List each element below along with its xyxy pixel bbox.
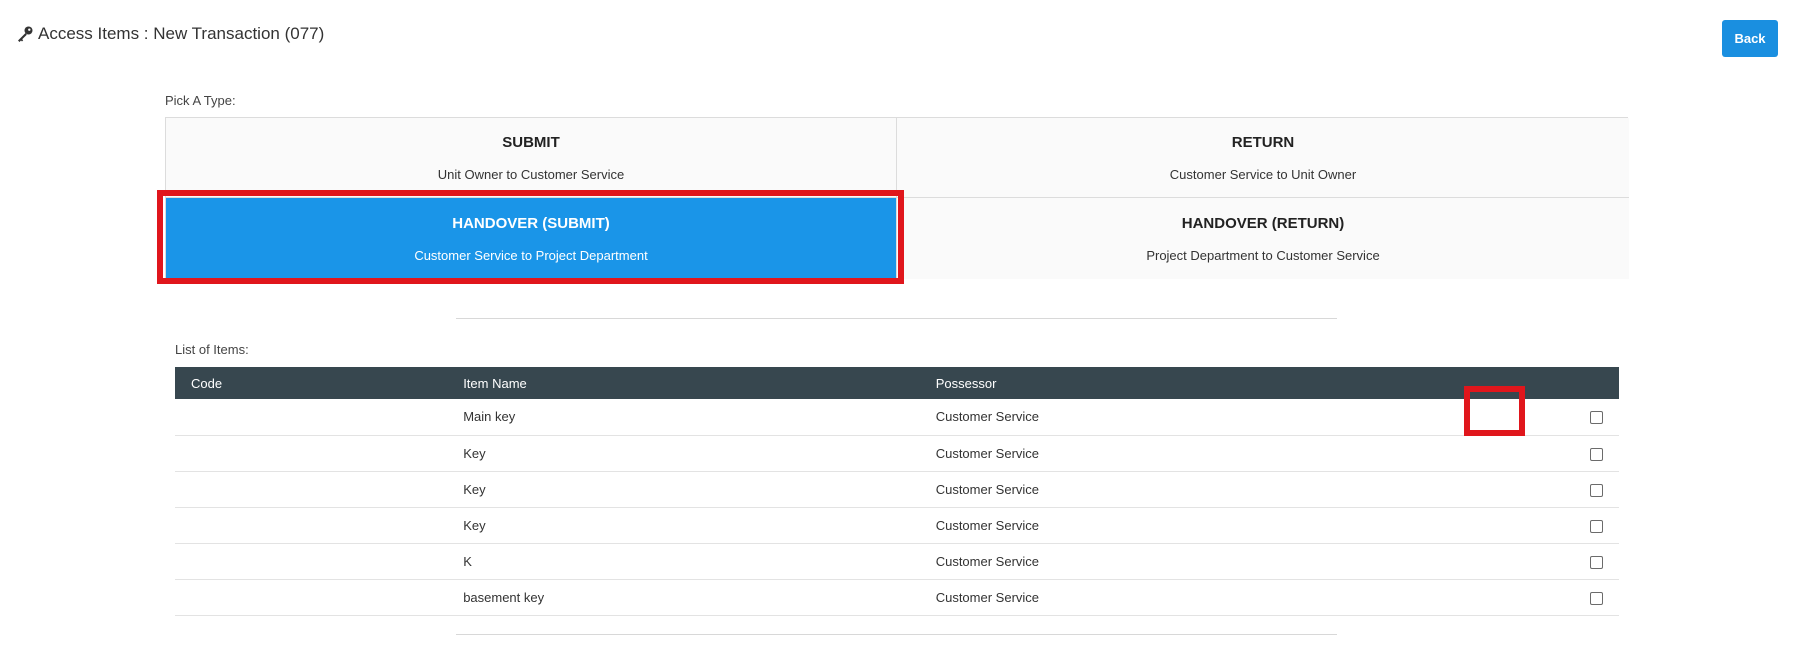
- cell-select: [1454, 579, 1619, 616]
- row-checkbox[interactable]: [1589, 483, 1603, 497]
- cell-item-name: Key: [447, 435, 920, 472]
- type-option-title: SUBMIT: [502, 133, 560, 151]
- column-header-item-name: Item Name: [447, 367, 920, 399]
- type-option-title: RETURN: [1231, 133, 1295, 151]
- type-option-submit[interactable]: SUBMIT Unit Owner to Customer Service: [166, 118, 897, 198]
- type-option-title: HANDOVER (RETURN): [1181, 214, 1345, 232]
- type-option-subtitle: Project Department to Customer Service: [1146, 247, 1380, 263]
- items-list-label: List of Items:: [175, 342, 249, 357]
- type-option-subtitle: Customer Service to Project Department: [414, 247, 648, 263]
- type-picker: SUBMIT Unit Owner to Customer Service RE…: [165, 117, 1629, 279]
- row-checkbox[interactable]: [1589, 411, 1603, 425]
- cell-item-name: Key: [447, 471, 920, 508]
- row-checkbox[interactable]: [1589, 447, 1603, 461]
- cell-possessor: Customer Service: [919, 435, 1455, 472]
- cell-possessor: Customer Service: [919, 579, 1455, 616]
- divider: [456, 318, 1337, 319]
- cell-possessor: Customer Service: [919, 507, 1455, 544]
- table-row: Key Customer Service: [175, 507, 1619, 544]
- cell-possessor: Customer Service: [919, 471, 1455, 508]
- cell-item-name: Main key: [447, 399, 920, 436]
- type-option-title: HANDOVER (SUBMIT): [452, 214, 610, 232]
- cell-select: [1454, 399, 1619, 436]
- table-row: K Customer Service: [175, 543, 1619, 580]
- cell-select: [1454, 471, 1619, 508]
- row-checkbox[interactable]: [1589, 591, 1603, 605]
- table-row: basement key Customer Service: [175, 579, 1619, 616]
- table-header-row: Code Item Name Possessor: [175, 367, 1619, 399]
- table-row: Key Customer Service: [175, 435, 1619, 472]
- page-title: Access Items : New Transaction (077): [16, 24, 324, 44]
- cell-code: [175, 507, 448, 544]
- cell-code: [175, 579, 448, 616]
- cell-possessor: Customer Service: [919, 399, 1455, 436]
- row-checkbox[interactable]: [1589, 555, 1603, 569]
- pick-type-label: Pick A Type:: [165, 93, 236, 108]
- row-checkbox[interactable]: [1589, 519, 1603, 533]
- column-header-code: Code: [175, 367, 448, 399]
- cell-possessor: Customer Service: [919, 543, 1455, 580]
- page-title-text: Access Items : New Transaction (077): [38, 24, 325, 43]
- cell-select: [1454, 435, 1619, 472]
- type-option-handover-return[interactable]: HANDOVER (RETURN) Project Department to …: [897, 198, 1629, 279]
- type-option-subtitle: Unit Owner to Customer Service: [437, 166, 625, 182]
- cell-code: [175, 399, 448, 436]
- type-option-handover-submit[interactable]: HANDOVER (SUBMIT) Customer Service to Pr…: [166, 198, 897, 279]
- back-button[interactable]: Back: [1722, 20, 1778, 57]
- cell-item-name: K: [447, 543, 920, 580]
- cell-code: [175, 471, 448, 508]
- table-row: Main key Customer Service: [175, 399, 1619, 436]
- type-option-subtitle: Customer Service to Unit Owner: [1169, 166, 1357, 182]
- divider: [456, 634, 1337, 635]
- cell-select: [1454, 507, 1619, 544]
- column-header-possessor: Possessor: [919, 367, 1455, 399]
- cell-item-name: Key: [447, 507, 920, 544]
- cell-select: [1454, 543, 1619, 580]
- column-header-select: [1454, 367, 1619, 399]
- key-icon: [16, 25, 34, 43]
- table-row: Key Customer Service: [175, 471, 1619, 508]
- cell-item-name: basement key: [447, 579, 920, 616]
- cell-code: [175, 543, 448, 580]
- cell-code: [175, 435, 448, 472]
- items-table: Code Item Name Possessor Main key Custom…: [175, 367, 1619, 616]
- type-option-return[interactable]: RETURN Customer Service to Unit Owner: [897, 118, 1629, 198]
